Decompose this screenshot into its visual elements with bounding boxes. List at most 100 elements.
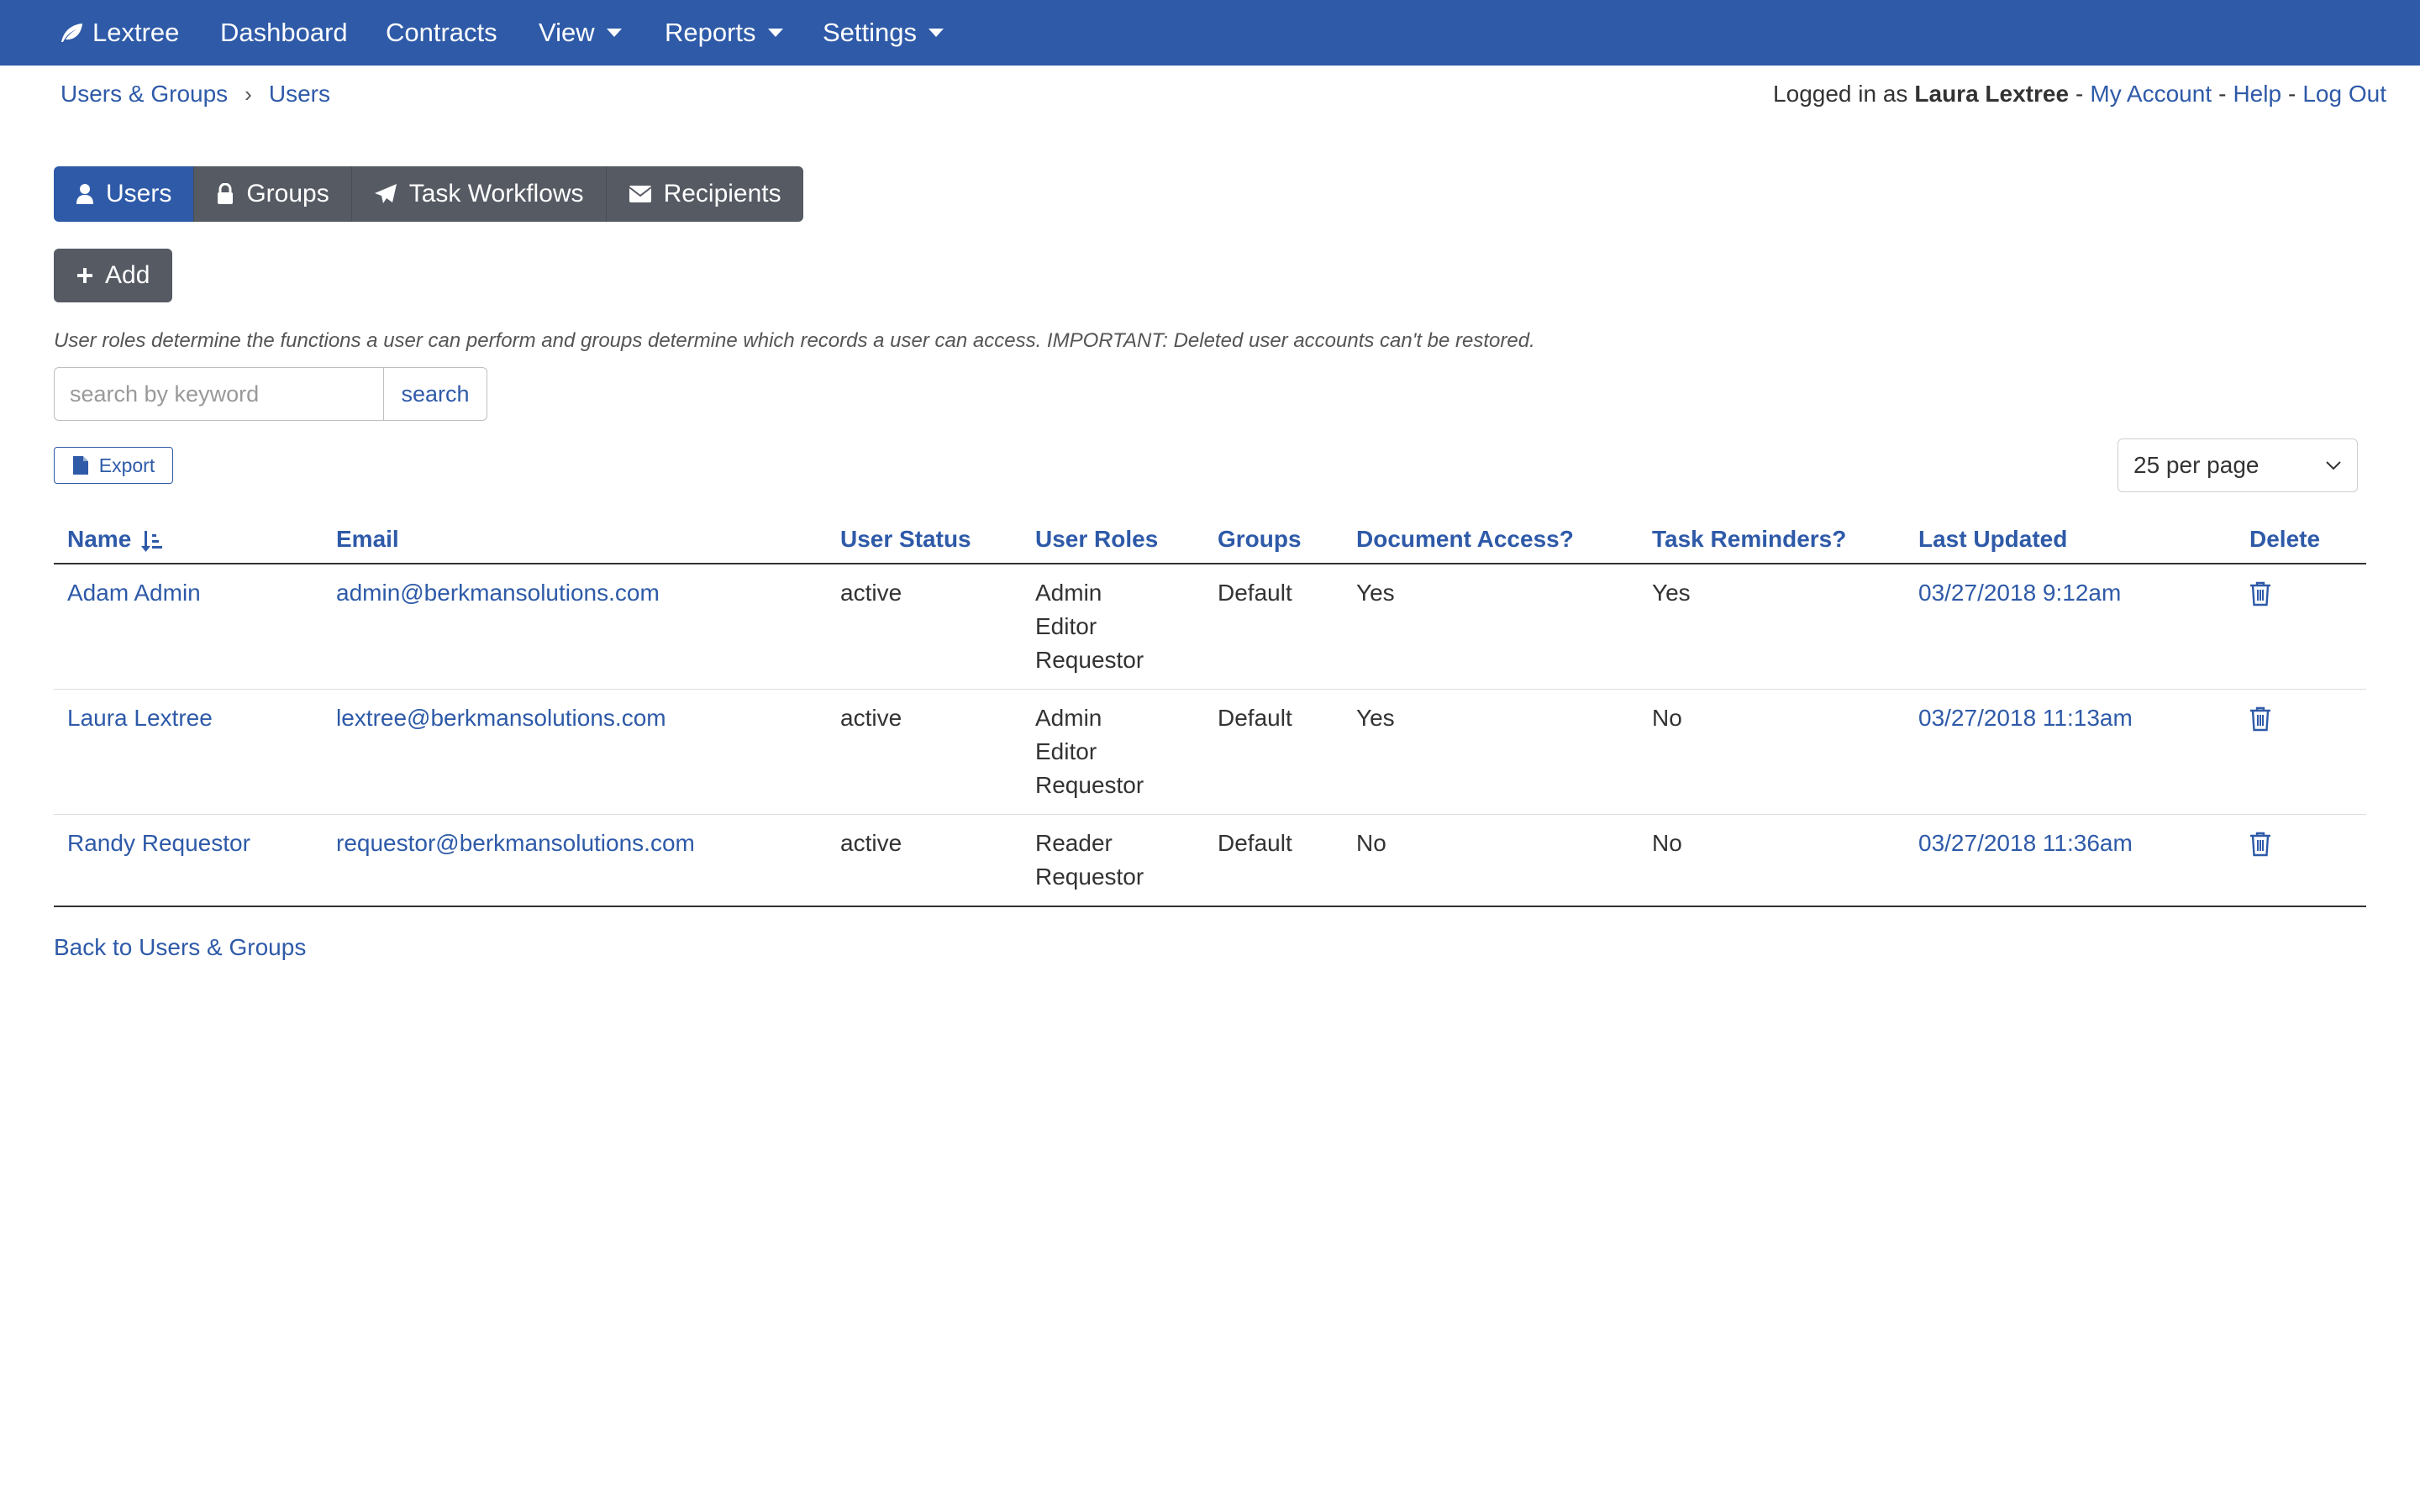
logged-in-prefix: Logged in as — [1773, 81, 1908, 107]
separator: - — [2075, 81, 2084, 107]
caret-down-icon — [767, 29, 783, 37]
logout-link[interactable]: Log Out — [2302, 81, 2386, 108]
user-status: active — [827, 814, 1022, 907]
user-roles: Admin Editor Requestor — [1022, 564, 1204, 690]
nav-reports-label: Reports — [665, 18, 756, 47]
user-roles: Admin Editor Requestor — [1022, 689, 1204, 815]
col-delete-header: Delete — [2236, 516, 2366, 564]
logged-in-user-name: Laura Lextree — [1914, 81, 2070, 107]
user-reminders: Yes — [1639, 564, 1905, 690]
col-name-label: Name — [67, 526, 132, 552]
last-updated-link[interactable]: 03/27/2018 11:13am — [1918, 705, 2133, 731]
nav-view-dropdown[interactable]: View — [539, 0, 622, 66]
nav-settings-dropdown[interactable]: Settings — [823, 0, 944, 66]
col-roles-header[interactable]: User Roles — [1022, 516, 1204, 564]
user-groups: Default — [1204, 814, 1343, 907]
trash-icon[interactable] — [2249, 706, 2271, 741]
user-status-line: Logged in as Laura Lextree - My Account … — [1773, 79, 2386, 109]
search-form: search — [54, 367, 487, 421]
trash-icon[interactable] — [2249, 832, 2271, 866]
brand-name: Lextree — [92, 18, 180, 47]
role-item: Admin — [1035, 580, 1102, 606]
sort-ascending-icon — [141, 530, 163, 552]
nav-dashboard[interactable]: Dashboard — [220, 0, 348, 66]
trash-icon[interactable] — [2249, 581, 2271, 616]
roles-note: User roles determine the functions a use… — [54, 329, 1535, 352]
user-email-link[interactable]: lextree@berkmansolutions.com — [336, 705, 666, 731]
user-status: active — [827, 564, 1022, 690]
user-roles: Reader Requestor — [1022, 814, 1204, 907]
export-label: Export — [98, 454, 155, 476]
leaf-icon — [61, 24, 82, 42]
user-groups: Default — [1204, 689, 1343, 815]
brand-link[interactable]: Lextree — [59, 0, 179, 66]
user-reminders: No — [1639, 814, 1905, 907]
nav-contracts-label: Contracts — [386, 18, 497, 47]
breadcrumb-users[interactable]: Users — [269, 81, 330, 108]
role-item: Editor — [1035, 613, 1097, 639]
per-page-value: 25 per page — [2133, 452, 2260, 478]
breadcrumb: Users & Groups › Users — [60, 79, 330, 109]
add-user-button[interactable]: Add — [54, 249, 173, 302]
user-doc-access: No — [1343, 814, 1639, 907]
table-row: Laura Lextree lextree@berkmansolutions.c… — [54, 689, 2366, 815]
nav-view-label: View — [539, 18, 595, 47]
separator: - — [2288, 81, 2296, 107]
help-link[interactable]: Help — [2233, 81, 2281, 108]
user-name-link[interactable]: Adam Admin — [67, 580, 201, 606]
user-email-link[interactable]: admin@berkmansolutions.com — [336, 580, 660, 606]
lock-icon — [218, 183, 234, 204]
tab-task-workflows-label: Task Workflows — [408, 180, 584, 207]
tab-groups-label: Groups — [246, 180, 329, 207]
envelope-icon — [628, 186, 652, 202]
tab-task-workflows[interactable]: Task Workflows — [350, 166, 606, 222]
table-row: Adam Admin admin@berkmansolutions.com ac… — [54, 564, 2366, 690]
tab-users-label: Users — [106, 180, 172, 207]
caret-down-icon — [929, 29, 944, 37]
tab-recipients[interactable]: Recipients — [605, 166, 803, 222]
table-header-row: Name Email User Status User Roles Groups… — [54, 516, 2366, 564]
col-status-header[interactable]: User Status — [827, 516, 1022, 564]
export-button[interactable]: Export — [54, 447, 173, 484]
back-to-users-groups-link[interactable]: Back to Users & Groups — [54, 934, 306, 961]
paper-plane-icon — [374, 184, 397, 203]
role-item: Requestor — [1035, 647, 1144, 673]
last-updated-link[interactable]: 03/27/2018 11:36am — [1918, 830, 2133, 856]
top-navbar: Lextree Dashboard Contracts View Reports… — [0, 0, 2420, 66]
per-page-select[interactable]: 25 per page — [2118, 438, 2358, 492]
user-reminders: No — [1639, 689, 1905, 815]
chevron-down-icon — [2326, 461, 2341, 470]
tab-groups[interactable]: Groups — [193, 166, 351, 222]
user-doc-access: Yes — [1343, 564, 1639, 690]
nav-reports-dropdown[interactable]: Reports — [665, 0, 783, 66]
col-name-header[interactable]: Name — [54, 516, 323, 564]
user-doc-access: Yes — [1343, 689, 1639, 815]
tab-users[interactable]: Users — [54, 166, 194, 222]
section-tabs: Users Groups Task Workflows Recipients — [54, 166, 803, 222]
user-name-link[interactable]: Laura Lextree — [67, 705, 213, 731]
breadcrumb-users-groups[interactable]: Users & Groups — [60, 81, 228, 108]
col-email-header[interactable]: Email — [323, 516, 827, 564]
col-updated-header[interactable]: Last Updated — [1905, 516, 2236, 564]
search-input[interactable] — [54, 367, 383, 421]
search-button[interactable]: search — [383, 367, 487, 421]
last-updated-link[interactable]: 03/27/2018 9:12am — [1918, 580, 2121, 606]
user-name-link[interactable]: Randy Requestor — [67, 830, 250, 856]
role-item: Requestor — [1035, 772, 1144, 798]
file-icon — [72, 456, 88, 475]
col-doc-access-header[interactable]: Document Access? — [1343, 516, 1639, 564]
user-status: active — [827, 689, 1022, 815]
role-item: Reader — [1035, 830, 1113, 856]
my-account-link[interactable]: My Account — [2090, 81, 2212, 108]
user-email-link[interactable]: requestor@berkmansolutions.com — [336, 830, 695, 856]
role-item: Editor — [1035, 738, 1097, 764]
col-reminders-header[interactable]: Task Reminders? — [1639, 516, 1905, 564]
nav-contracts[interactable]: Contracts — [386, 0, 497, 66]
plus-icon — [77, 268, 92, 283]
col-groups-header[interactable]: Groups — [1204, 516, 1343, 564]
role-item: Admin — [1035, 705, 1102, 731]
add-button-label: Add — [105, 261, 150, 289]
nav-settings-label: Settings — [823, 18, 918, 47]
role-item: Requestor — [1035, 864, 1144, 890]
nav-dashboard-label: Dashboard — [220, 18, 348, 47]
